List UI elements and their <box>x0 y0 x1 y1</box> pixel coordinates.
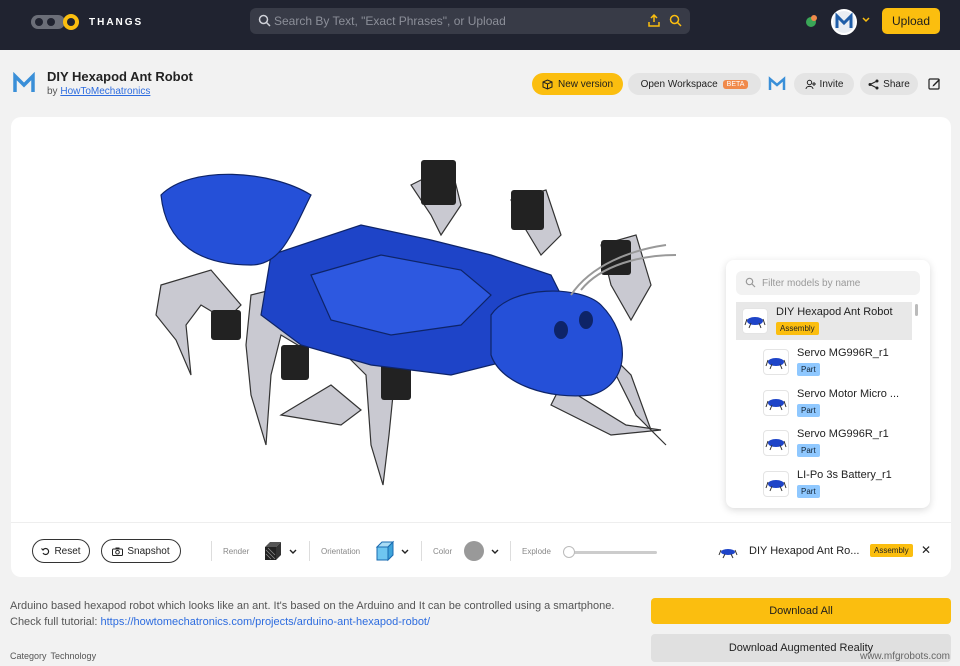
tree-item-name: Servo MG996R_r1 <box>797 428 889 440</box>
render-cube-icon[interactable] <box>262 540 284 562</box>
chevron-down-icon[interactable] <box>862 17 870 23</box>
by-prefix: by <box>47 86 58 97</box>
share-label: Share <box>883 78 910 90</box>
robot-thumbnail-icon <box>765 480 787 492</box>
invite-button[interactable]: Invite <box>794 73 854 95</box>
toolbar-divider <box>309 541 310 561</box>
category-value[interactable]: Technology <box>51 651 97 661</box>
brand-name: THANGS <box>89 16 144 28</box>
box-icon <box>542 78 553 90</box>
tree-item-part[interactable]: Servo MG996R_r1 Part <box>757 343 917 381</box>
search-submit-icon[interactable] <box>669 14 682 27</box>
thangs-logo[interactable]: THANGS <box>31 13 143 31</box>
close-icon[interactable]: ✕ <box>921 543 931 557</box>
chevron-down-icon[interactable] <box>401 549 409 555</box>
reset-button[interactable]: Reset <box>32 539 90 563</box>
model-tree-panel: Filter models by name DIY Hexapod Ant Ro… <box>726 260 930 508</box>
add-user-icon <box>805 79 816 89</box>
workspace-logo-icon[interactable] <box>768 76 786 92</box>
search-icon <box>745 277 756 288</box>
tree-item-assembly[interactable]: DIY Hexapod Ant Robot Assembly <box>736 302 912 340</box>
model-thumbnail <box>742 308 768 334</box>
tree-item-part[interactable]: Servo MG996R_r1 Part <box>757 424 917 462</box>
top-bar: THANGS Search By Text, "Exact Phrases", … <box>0 0 960 50</box>
hexapod-robot-3d-model[interactable] <box>131 145 691 495</box>
chevron-down-icon[interactable] <box>491 549 499 555</box>
assembly-tag: Assembly <box>870 544 913 557</box>
robot-thumbnail-icon <box>765 358 787 370</box>
model-description: Arduino based hexapod robot which looks … <box>10 598 620 630</box>
explode-slider[interactable] <box>563 546 657 558</box>
model-thumbnail <box>763 430 789 456</box>
toolbar-divider <box>421 541 422 561</box>
beta-badge: BETA <box>722 79 749 89</box>
share-icon <box>868 79 879 89</box>
search-bar[interactable]: Search By Text, "Exact Phrases", or Uplo… <box>250 8 690 34</box>
assembly-tag: Assembly <box>776 322 819 335</box>
robot-thumbnail-icon <box>765 399 787 411</box>
orientation-label: Orientation <box>321 547 361 556</box>
part-tag: Part <box>797 444 820 457</box>
selected-model-name: DIY Hexapod Ant Ro... <box>749 545 860 557</box>
model-title: DIY Hexapod Ant Robot <box>47 69 193 84</box>
part-tag: Part <box>797 485 820 498</box>
orientation-cube-icon[interactable] <box>374 540 396 562</box>
snapshot-label: Snapshot <box>127 545 170 557</box>
open-workspace-label: Open Workspace <box>640 78 718 90</box>
tree-item-name: Servo MG996R_r1 <box>797 347 889 359</box>
tutorial-link[interactable]: https://howtomechatronics.com/projects/a… <box>100 616 430 628</box>
render-label: Render <box>223 547 250 556</box>
model-thumbnail <box>763 471 789 497</box>
viewer-toolbar: Reset Snapshot Render Orientation Color … <box>11 522 951 577</box>
model-author-line: by HowToMechatronics <box>47 86 150 97</box>
category-label: Category <box>10 651 47 661</box>
author-logo-icon[interactable] <box>12 72 36 96</box>
new-version-label: New version <box>557 78 614 90</box>
search-icon <box>258 14 271 27</box>
color-swatch[interactable] <box>464 541 484 561</box>
thangs-logo-icon <box>31 14 79 30</box>
upload-file-icon[interactable] <box>648 14 660 27</box>
user-avatar[interactable] <box>831 9 857 35</box>
toolbar-divider <box>510 541 511 561</box>
part-tag: Part <box>797 363 820 376</box>
tree-item-name: LI-Po 3s Battery_r1 <box>797 469 892 481</box>
watermark: www.mfgrobots.com <box>859 651 950 662</box>
user-avatar-logo-icon <box>835 12 853 28</box>
reset-label: Reset <box>54 545 81 557</box>
chevron-down-icon[interactable] <box>289 549 297 555</box>
filter-placeholder: Filter models by name <box>762 278 861 289</box>
model-thumbnail <box>763 390 789 416</box>
search-placeholder: Search By Text, "Exact Phrases", or Uplo… <box>274 14 506 28</box>
tree-scrollbar[interactable] <box>915 304 918 316</box>
filter-models-input[interactable]: Filter models by name <box>736 271 920 295</box>
category-row: Category Technology <box>10 651 96 661</box>
robot-thumbnail-icon <box>744 317 766 329</box>
new-version-button[interactable]: New version <box>532 73 623 95</box>
tree-item-name: Servo Motor Micro ... <box>797 388 900 400</box>
part-tag: Part <box>797 404 820 417</box>
tree-item-part[interactable]: LI-Po 3s Battery_r1 Part <box>757 465 917 503</box>
edit-icon[interactable] <box>928 77 941 90</box>
author-link[interactable]: HowToMechatronics <box>60 86 150 97</box>
robot-thumbnail-icon <box>718 549 738 559</box>
model-viewer[interactable]: Filter models by name DIY Hexapod Ant Ro… <box>11 117 951 577</box>
explode-slider-knob[interactable] <box>563 546 575 558</box>
tree-item-part[interactable]: Servo Motor Micro ... Part <box>757 384 917 422</box>
undo-icon <box>41 547 50 555</box>
snapshot-button[interactable]: Snapshot <box>101 539 181 563</box>
toolbar-divider <box>211 541 212 561</box>
rewards-icon[interactable] <box>804 14 818 28</box>
open-workspace-button[interactable]: Open Workspace BETA <box>628 73 761 95</box>
upload-button[interactable]: Upload <box>882 8 940 34</box>
camera-icon <box>112 547 124 556</box>
robot-thumbnail-icon <box>765 439 787 451</box>
share-button[interactable]: Share <box>860 73 918 95</box>
tree-item-name: DIY Hexapod Ant Robot <box>776 306 893 318</box>
model-thumbnail <box>763 349 789 375</box>
color-label: Color <box>433 547 453 556</box>
invite-label: Invite <box>819 78 844 90</box>
explode-label: Explode <box>522 547 551 556</box>
download-all-button[interactable]: Download All <box>651 598 951 624</box>
